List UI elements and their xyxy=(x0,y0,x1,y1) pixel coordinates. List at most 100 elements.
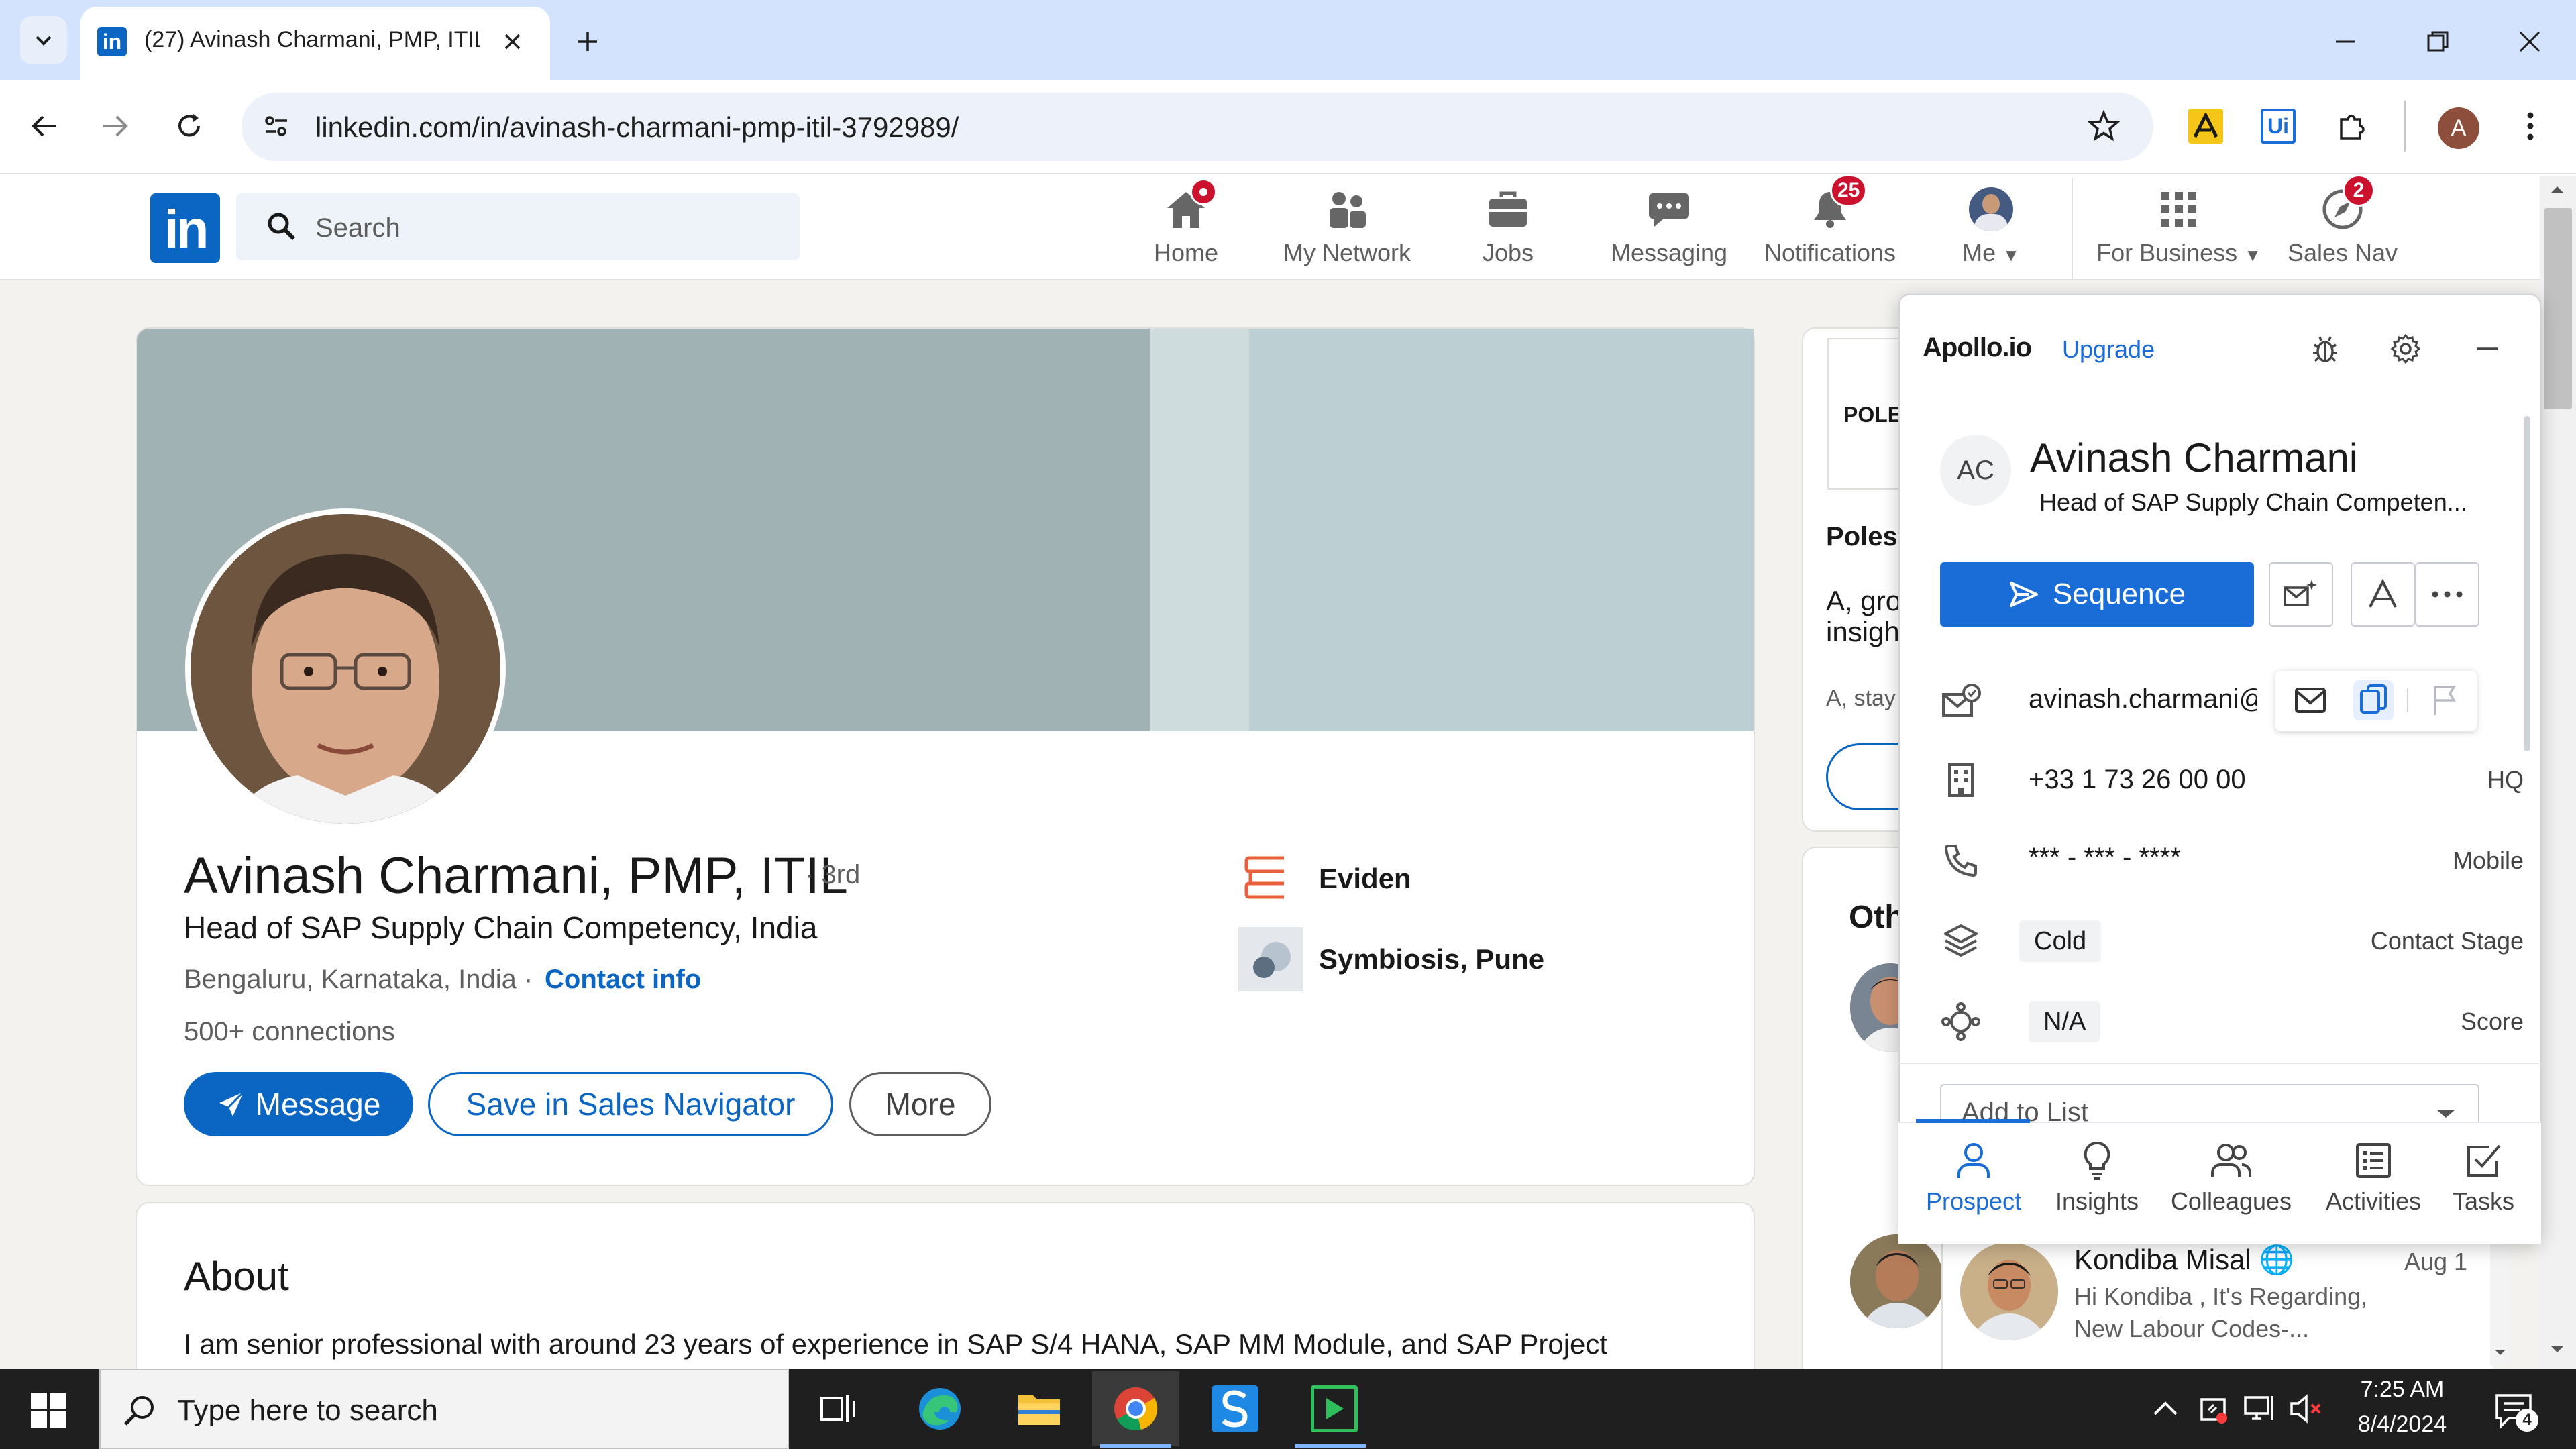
flag-icon[interactable] xyxy=(2424,680,2465,720)
message-button[interactable]: Message xyxy=(184,1072,413,1136)
nav-me[interactable]: Me ▼ xyxy=(1924,185,2058,272)
apollo-sequence-button[interactable]: Sequence xyxy=(1940,562,2254,627)
window-restore-icon[interactable] xyxy=(2420,24,2455,59)
tab-prospect[interactable]: Prospect xyxy=(1907,1140,2041,1234)
edge-browser-icon[interactable] xyxy=(896,1371,983,1446)
back-arrow-icon[interactable] xyxy=(23,105,66,148)
notification-center-icon[interactable]: 4 xyxy=(2490,1387,2538,1434)
nav-my-network-label: My Network xyxy=(1283,239,1411,266)
nav-jobs[interactable]: Jobs xyxy=(1441,185,1575,272)
contact-stage-chip[interactable]: Cold xyxy=(2019,920,2102,962)
chrome-browser-icon[interactable] xyxy=(1092,1371,1179,1446)
more-options-icon[interactable] xyxy=(2415,562,2479,627)
show-hidden-icons-chevron-icon[interactable] xyxy=(2147,1390,2184,1428)
suggested-profile-avatar[interactable] xyxy=(1850,1234,1944,1328)
about-title: About xyxy=(184,1254,289,1299)
apollo-scrollbar[interactable] xyxy=(2524,416,2530,751)
scroll-down-arrow-icon[interactable] xyxy=(2491,1344,2509,1360)
nav-messaging[interactable]: Messaging xyxy=(1602,185,1736,272)
eviden-logo-icon[interactable] xyxy=(1238,851,1292,904)
bookmark-star-icon[interactable] xyxy=(2082,105,2125,148)
compass-icon: 2 xyxy=(2318,174,2375,233)
profile-photo[interactable] xyxy=(185,508,506,829)
scroll-down-arrow-icon[interactable] xyxy=(2549,1344,2565,1358)
send-email-icon[interactable] xyxy=(2290,680,2330,720)
home-icon xyxy=(1162,178,1217,233)
school-logo-icon[interactable] xyxy=(1238,927,1303,991)
messaging-icon xyxy=(1645,185,1693,233)
nav-sales-nav-label: Sales Nav xyxy=(2287,239,2398,266)
extensions-puzzle-icon[interactable] xyxy=(2330,105,2373,148)
url-text[interactable]: linkedin.com/in/avinash-charmani-pmp-iti… xyxy=(315,111,959,144)
activities-icon xyxy=(2356,1143,2391,1178)
bug-report-icon[interactable] xyxy=(2305,329,2345,369)
notifications-badge: 25 xyxy=(1830,174,1868,207)
reload-icon[interactable] xyxy=(168,105,211,148)
connections-count[interactable]: 500+ connections xyxy=(184,1017,395,1047)
conversation-avatar[interactable] xyxy=(1960,1242,2058,1340)
nav-for-business[interactable]: For Business ▼ xyxy=(2096,185,2261,272)
network-icon[interactable] xyxy=(2241,1390,2278,1428)
nav-home-label: Home xyxy=(1153,239,1219,266)
volume-muted-icon[interactable] xyxy=(2288,1390,2325,1428)
minimize-panel-icon[interactable] xyxy=(2467,329,2508,369)
tab-tasks[interactable]: Tasks xyxy=(2418,1140,2549,1234)
nav-notifications[interactable]: 25 Notifications xyxy=(1763,174,1897,272)
apollo-email[interactable]: avinash.charmani@e xyxy=(2029,684,2257,714)
site-info-icon[interactable] xyxy=(256,106,297,146)
profile-headline: Head of SAP Supply Chain Competency, Ind… xyxy=(184,910,818,945)
nav-sales-nav[interactable]: 2 Sales Nav xyxy=(2275,174,2410,272)
browser-profile-avatar[interactable]: A xyxy=(2438,107,2479,149)
school-name[interactable]: Symbiosis, Pune xyxy=(1319,943,1544,975)
tab-colleagues[interactable]: Colleagues xyxy=(2164,1140,2298,1234)
sequence-label: Sequence xyxy=(2052,578,2186,610)
phone-icon xyxy=(1939,839,1983,883)
linkedin-logo[interactable]: in xyxy=(150,193,220,263)
media-player-icon[interactable] xyxy=(1291,1371,1378,1446)
nav-home[interactable]: Home xyxy=(1119,178,1253,272)
contact-info-link[interactable]: Contact info xyxy=(545,965,701,995)
browser-menu-icon[interactable] xyxy=(2509,105,2552,148)
tab-search-button[interactable] xyxy=(20,16,67,64)
copy-icon[interactable] xyxy=(2353,680,2394,720)
more-button[interactable]: More xyxy=(849,1072,991,1136)
nav-my-network[interactable]: My Network xyxy=(1280,185,1414,272)
task-view-icon[interactable] xyxy=(794,1371,881,1446)
nav-messaging-label: Messaging xyxy=(1610,239,1728,266)
tab-insights[interactable]: Insights xyxy=(2030,1140,2164,1234)
apollo-hq-phone[interactable]: +33 1 73 26 00 00 xyxy=(2029,765,2246,795)
cover-image-panel xyxy=(1249,329,1754,731)
apollo-brand-button[interactable] xyxy=(2351,562,2415,627)
uipath-extension-icon[interactable]: Ui xyxy=(2257,105,2300,148)
scroll-up-arrow-icon[interactable] xyxy=(2549,184,2565,197)
active-app-indicator xyxy=(1100,1444,1171,1448)
profile-name: Avinash Charmani, PMP, ITIL xyxy=(184,847,848,904)
ai-email-button[interactable] xyxy=(2269,562,2333,627)
skype-style-app-icon[interactable] xyxy=(1191,1371,1279,1446)
new-tab-icon[interactable] xyxy=(570,24,605,59)
email-verified-icon xyxy=(1939,679,1983,723)
settings-gear-icon[interactable] xyxy=(2385,329,2426,369)
ad-description: insigh xyxy=(1826,616,1900,647)
page-scrollbar-thumb[interactable] xyxy=(2544,208,2572,409)
apollo-contact-avatar: AC xyxy=(1940,435,2011,506)
save-in-sales-navigator-button[interactable]: Save in Sales Navigator xyxy=(428,1072,833,1136)
score-chip[interactable]: N/A xyxy=(2029,1001,2101,1042)
tab-tasks-label: Tasks xyxy=(2452,1187,2515,1215)
tab-close-icon[interactable] xyxy=(496,25,529,58)
window-minimize-icon[interactable] xyxy=(2328,24,2363,59)
forward-arrow-icon[interactable] xyxy=(94,105,137,148)
current-company[interactable]: Eviden xyxy=(1319,863,1411,895)
score-icon xyxy=(1939,1000,1983,1044)
apollo-extension-icon[interactable] xyxy=(2184,105,2227,148)
other-profiles-title: Oth xyxy=(1849,900,1904,935)
battery-saver-icon[interactable] xyxy=(2194,1390,2231,1428)
window-close-icon[interactable] xyxy=(2512,24,2547,59)
clock-date[interactable]: 8/4/2024 xyxy=(2332,1411,2473,1438)
windows-start-icon[interactable] xyxy=(20,1382,76,1438)
file-explorer-icon[interactable] xyxy=(996,1371,1083,1446)
apollo-mobile-masked[interactable]: *** - *** - **** xyxy=(2029,843,2181,873)
clock-time[interactable]: 7:25 AM xyxy=(2332,1377,2473,1403)
apollo-contact-title: Head of SAP Supply Chain Competen... xyxy=(2039,488,2467,516)
apollo-upgrade-link[interactable]: Upgrade xyxy=(2062,335,2155,364)
